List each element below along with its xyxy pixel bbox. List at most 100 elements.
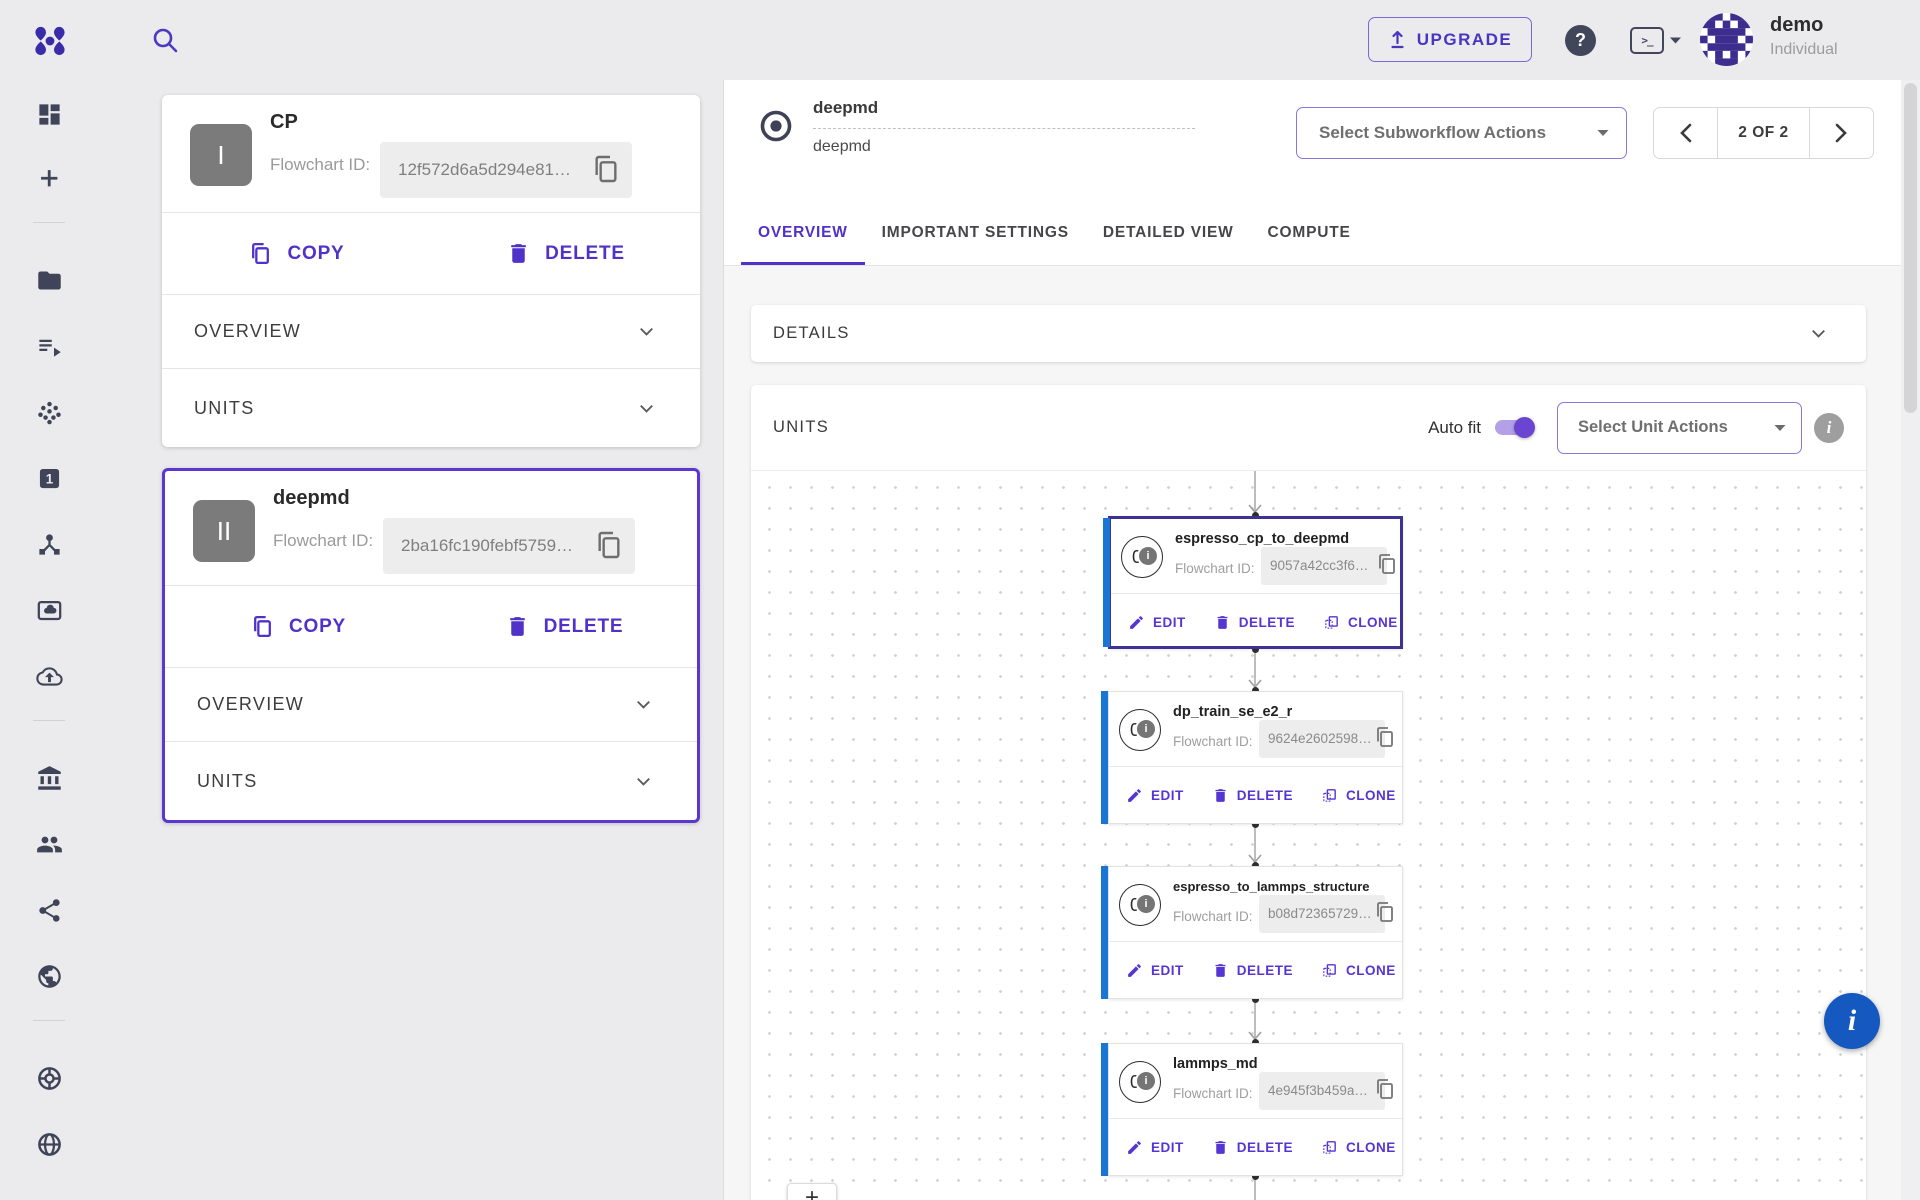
trash-icon <box>1212 1139 1229 1156</box>
trash-icon <box>505 614 530 639</box>
copy-id-icon[interactable] <box>590 153 622 185</box>
svg-text:1: 1 <box>45 471 53 486</box>
subworkflow-card-cp[interactable]: I CP Flowchart ID: 12f572d6a5d294e81… CO… <box>162 95 700 447</box>
edit-unit-button[interactable]: EDIT <box>1126 962 1184 979</box>
flowchart-id-field[interactable]: 9624e2602598… <box>1259 720 1385 758</box>
delete-subworkflow-button[interactable]: DELETE <box>431 586 697 667</box>
canvas-zoom-button[interactable]: + <box>787 1183 837 1200</box>
clone-unit-button[interactable]: CLONE <box>1321 787 1396 804</box>
scrollbar-thumb[interactable] <box>1904 83 1917 413</box>
copy-subworkflow-button[interactable]: COPY <box>165 586 431 667</box>
search-icon[interactable] <box>150 25 180 55</box>
radio-selected-icon[interactable] <box>758 108 794 144</box>
user-name: demo <box>1770 14 1838 37</box>
upload-icon <box>1388 29 1407 50</box>
overview-section-toggle[interactable]: OVERVIEW <box>162 295 700 368</box>
unit-info-badge[interactable]: i <box>1135 718 1157 740</box>
unit-info-badge[interactable]: i <box>1135 1070 1157 1092</box>
unit-card-lammps-md[interactable]: 04 i lammps_md Flowchart ID: 4e945f3b459… <box>1108 1043 1403 1176</box>
topbar: UPGRADE ? >_ <box>0 0 1920 80</box>
cloud-upload-icon[interactable] <box>27 654 71 698</box>
select-subworkflow-actions-dropdown[interactable]: Select Subworkflow Actions <box>1296 107 1627 159</box>
pager-next-button[interactable] <box>1810 108 1873 158</box>
share-icon[interactable] <box>27 888 71 932</box>
units-section-toggle[interactable]: UNITS <box>162 368 700 447</box>
flowchart-id-field[interactable]: 9057a42cc3f6… <box>1261 547 1387 585</box>
pencil-icon <box>1126 962 1143 979</box>
copy-id-icon[interactable] <box>1373 725 1397 749</box>
unit-card-dp-train-se-e2-r[interactable]: 02 i dp_train_se_e2_r Flowchart ID: 9624… <box>1108 691 1403 824</box>
tab-compute[interactable]: COMPUTE <box>1251 200 1368 265</box>
support-wheel-icon[interactable] <box>27 1056 71 1100</box>
pager-prev-button[interactable] <box>1654 108 1717 158</box>
delete-unit-button[interactable]: DELETE <box>1212 1139 1293 1156</box>
avatar[interactable] <box>1700 13 1753 66</box>
unit-card-espresso-to-lammps-structure[interactable]: 03 i espresso_to_lammps_structure Flowch… <box>1108 866 1403 999</box>
caret-down-icon <box>1669 36 1682 45</box>
workflow-title-block[interactable]: deepmd deepmd <box>813 98 1195 156</box>
clone-unit-button[interactable]: CLONE <box>1321 1139 1396 1156</box>
jobs-list-icon[interactable] <box>27 324 71 368</box>
delete-unit-button[interactable]: DELETE <box>1212 962 1293 979</box>
copy-id-icon[interactable] <box>1373 1077 1397 1101</box>
subworkflow-card-deepmd[interactable]: II deepmd Flowchart ID: 2ba16fc190febf57… <box>162 468 700 823</box>
edit-unit-button[interactable]: EDIT <box>1128 614 1186 631</box>
unit-card-header: 03 i espresso_to_lammps_structure Flowch… <box>1109 867 1402 942</box>
edit-unit-button[interactable]: EDIT <box>1126 1139 1184 1156</box>
globe-icon[interactable] <box>27 954 71 998</box>
folder-icon[interactable] <box>27 258 71 302</box>
units-panel-header: UNITS Auto fit Select Unit Actions <box>751 385 1866 470</box>
pager-position: 2 OF 2 <box>1717 108 1810 158</box>
workflow-title[interactable]: deepmd <box>813 98 1195 129</box>
overview-section-toggle[interactable]: OVERVIEW <box>165 668 697 741</box>
materials-dots-icon[interactable] <box>27 390 71 434</box>
dashboard-icon[interactable] <box>27 92 71 136</box>
tab-overview[interactable]: OVERVIEW <box>741 200 865 265</box>
units-controls: Auto fit Select Unit Actions i <box>1428 402 1844 454</box>
chevron-down-icon <box>635 320 658 343</box>
delete-unit-button[interactable]: DELETE <box>1214 614 1295 631</box>
delete-unit-button[interactable]: DELETE <box>1212 787 1293 804</box>
copy-id-icon[interactable] <box>1375 552 1399 576</box>
rail-divider <box>33 222 65 223</box>
delete-subworkflow-button[interactable]: DELETE <box>431 213 700 294</box>
select-unit-actions-dropdown[interactable]: Select Unit Actions <box>1557 402 1802 454</box>
upgrade-button[interactable]: UPGRADE <box>1368 17 1532 62</box>
team-icon[interactable] <box>27 822 71 866</box>
unit-info-badge[interactable]: i <box>1135 893 1157 915</box>
details-panel-toggle[interactable]: DETAILS <box>751 305 1866 362</box>
add-new-icon[interactable] <box>27 156 71 200</box>
tab-important-settings[interactable]: IMPORTANT SETTINGS <box>865 200 1086 265</box>
subworkflow-card-header: I CP Flowchart ID: 12f572d6a5d294e81… <box>162 95 700 212</box>
user-menu[interactable]: demo Individual <box>1770 14 1838 59</box>
copy-id-icon[interactable] <box>1373 900 1397 924</box>
clone-unit-button[interactable]: CLONE <box>1321 962 1396 979</box>
flowchart-id-field[interactable]: b08d72365729… <box>1259 895 1385 933</box>
units-section-toggle[interactable]: UNITS <box>165 741 697 820</box>
unit-card-espresso-cp-to-deepmd[interactable]: 01 i espresso_cp_to_deepmd Flowchart ID:… <box>1108 516 1403 649</box>
console-menu-button[interactable]: >_ <box>1630 27 1682 54</box>
workflow-hub-icon[interactable] <box>27 522 71 566</box>
tab-detailed-view[interactable]: DETAILED VIEW <box>1086 200 1251 265</box>
flowchart-id-field[interactable]: 4e945f3b459a… <box>1259 1072 1385 1110</box>
one-badge-icon[interactable]: 1 <box>27 456 71 500</box>
vertical-scrollbar[interactable] <box>1901 80 1920 1200</box>
unit-info-badge[interactable]: i <box>1137 545 1159 567</box>
flowchart-id-label: Flowchart ID: <box>273 531 373 551</box>
media-image-icon[interactable] <box>27 588 71 632</box>
copy-subworkflow-button[interactable]: COPY <box>162 213 431 294</box>
edit-unit-button[interactable]: EDIT <box>1126 787 1184 804</box>
units-info-icon[interactable]: i <box>1814 413 1844 443</box>
auto-fit-toggle[interactable] <box>1495 420 1531 435</box>
app-logo-icon[interactable] <box>33 24 67 58</box>
copy-id-icon[interactable] <box>593 529 625 561</box>
explore-globe-icon[interactable] <box>27 1122 71 1166</box>
info-fab-button[interactable]: i <box>1824 993 1880 1049</box>
flowchart-canvas[interactable]: 01 i espresso_cp_to_deepmd Flowchart ID:… <box>751 470 1866 1200</box>
clone-unit-button[interactable]: CLONE <box>1323 614 1398 631</box>
chevron-down-icon <box>632 693 655 716</box>
terminal-icon: >_ <box>1630 27 1664 54</box>
help-button[interactable]: ? <box>1565 25 1596 56</box>
pencil-icon <box>1128 614 1145 631</box>
bank-icon[interactable] <box>27 756 71 800</box>
